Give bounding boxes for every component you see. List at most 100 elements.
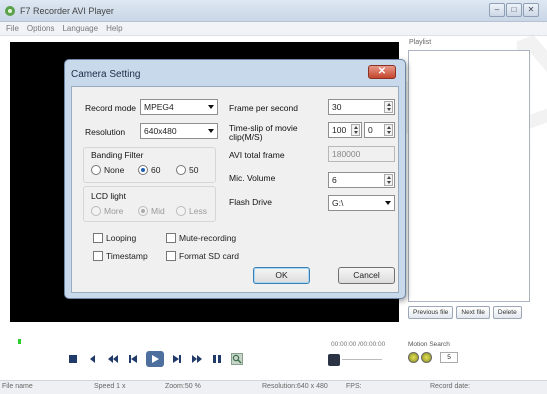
banding-60-label: 60: [151, 165, 161, 175]
looping-label: Looping: [106, 233, 137, 243]
record-mode-value: MPEG4: [144, 102, 174, 112]
mic-volume-value: 6: [332, 175, 337, 185]
ok-button[interactable]: OK: [253, 267, 310, 284]
previous-file-button[interactable]: Previous file: [408, 306, 454, 319]
mute-recording-label: Mute-recording: [179, 233, 237, 243]
fast-forward-icon: [192, 355, 202, 363]
skip-forward-icon: [173, 355, 181, 363]
status-fps: FPS:: [346, 383, 362, 390]
flash-drive-value: G:\: [332, 198, 344, 208]
progress-marker[interactable]: [18, 339, 21, 344]
banding-none-label: None: [104, 165, 125, 175]
mic-volume-label: Mic. Volume: [229, 173, 276, 183]
lcd-less-radio: Less: [176, 206, 207, 216]
avi-total-frame-field: 180000: [328, 146, 395, 162]
status-zoom: Zoom:50 %: [165, 383, 201, 390]
avi-total-frame-label: AVI total frame: [229, 150, 285, 160]
step-back-icon: [90, 355, 95, 363]
playback-controls: [66, 351, 244, 367]
playlist-label: Playlist: [409, 39, 432, 46]
timestamp-checkbox[interactable]: Timestamp: [93, 251, 148, 261]
flash-drive-select[interactable]: G:\: [328, 195, 395, 211]
spin-arrows-icon[interactable]: [384, 101, 393, 113]
resolution-select[interactable]: 640x480: [140, 123, 218, 139]
banding-50-radio[interactable]: 50: [176, 165, 198, 175]
radio-dot-selected: [138, 165, 148, 175]
camera-setting-dialog: Camera Setting ✕ Record mode MPEG4 Resol…: [64, 59, 406, 299]
radio-dot: [91, 165, 101, 175]
dialog-title: Camera Setting: [71, 69, 141, 80]
radio-dot: [176, 165, 186, 175]
fast-forward-button[interactable]: [190, 352, 204, 366]
radio-dot-selected: [138, 206, 148, 216]
window-title: F7 Recorder AVI Player: [20, 6, 114, 16]
magnifier-icon: [231, 353, 243, 365]
step-back-button[interactable]: [86, 352, 100, 366]
banding-60-radio[interactable]: 60: [138, 165, 160, 175]
chevron-down-icon: [208, 129, 214, 133]
stop-button[interactable]: [66, 352, 80, 366]
format-sd-checkbox[interactable]: Format SD card: [166, 251, 239, 261]
volume-slider[interactable]: [342, 359, 382, 360]
status-bar: File name Speed 1 x Zoom:50 % Resolution…: [0, 380, 547, 394]
play-button[interactable]: [146, 351, 164, 367]
flash-drive-label: Flash Drive: [229, 197, 272, 207]
cancel-button[interactable]: Cancel: [338, 267, 395, 284]
mic-volume-spinner[interactable]: 6: [328, 172, 395, 188]
status-speed: Speed 1 x: [94, 383, 126, 390]
playlist[interactable]: [408, 50, 530, 302]
timeslip-minutes-spinner[interactable]: 100: [328, 122, 362, 138]
pause-button[interactable]: [210, 352, 224, 366]
play-icon: [152, 355, 159, 363]
fps-value: 30: [332, 102, 342, 112]
spin-arrows-icon[interactable]: [384, 124, 393, 136]
banding-filter-label: Banding Filter: [91, 150, 144, 160]
lcd-mid-radio: Mid: [138, 206, 165, 216]
rewind-icon: [108, 355, 118, 363]
next-button[interactable]: [170, 352, 184, 366]
status-record-date: Record date:: [430, 383, 471, 390]
next-file-button[interactable]: Next file: [456, 306, 490, 319]
avi-total-frame-value: 180000: [332, 149, 361, 159]
format-sd-label: Format SD card: [179, 251, 239, 261]
resolution-value: 640x480: [144, 126, 177, 136]
mute-recording-checkbox[interactable]: Mute-recording: [166, 233, 236, 243]
menu-options[interactable]: Options: [27, 22, 55, 35]
banding-none-radio[interactable]: None: [91, 165, 124, 175]
motion-decrease-button[interactable]: [408, 352, 419, 363]
spin-arrows-icon[interactable]: [384, 174, 393, 186]
timestamp-label: Timestamp: [106, 251, 148, 261]
title-bar: F7 Recorder AVI Player – □ ✕: [0, 0, 547, 22]
pause-icon: [213, 355, 221, 363]
lcd-less-label: Less: [189, 206, 207, 216]
spin-arrows-icon[interactable]: [351, 124, 360, 136]
volume-icon[interactable]: [328, 354, 340, 366]
rewind-button[interactable]: [106, 352, 120, 366]
menu-language[interactable]: Language: [62, 22, 98, 35]
dialog-body: Record mode MPEG4 Resolution 640x480 Ban…: [71, 86, 399, 293]
previous-button[interactable]: [126, 352, 140, 366]
motion-value: 5: [440, 352, 458, 363]
lcd-more-radio: More: [91, 206, 123, 216]
time-display: 00:00:00 /00:00:00: [331, 341, 386, 348]
motion-increase-button[interactable]: [421, 352, 432, 363]
zoom-button[interactable]: [230, 352, 244, 366]
motion-search-label: Motion Search: [408, 341, 450, 348]
record-mode-select[interactable]: MPEG4: [140, 99, 218, 115]
checkbox-box: [93, 233, 103, 243]
delete-button[interactable]: Delete: [492, 306, 522, 319]
menu-help[interactable]: Help: [106, 22, 122, 35]
checkbox-box: [166, 251, 176, 261]
dialog-close-button[interactable]: ✕: [368, 65, 396, 79]
checkbox-box: [166, 233, 176, 243]
menu-file[interactable]: File: [6, 22, 19, 35]
looping-checkbox[interactable]: Looping: [93, 233, 136, 243]
timeslip-seconds-spinner[interactable]: 0: [364, 122, 395, 138]
timeslip-minutes-value: 100: [332, 125, 347, 135]
fps-spinner[interactable]: 30: [328, 99, 395, 115]
radio-dot: [91, 206, 101, 216]
status-file-name: File name: [2, 383, 33, 390]
banding-50-label: 50: [189, 165, 199, 175]
lcd-light-label: LCD light: [91, 191, 126, 201]
motion-search-control: 5: [408, 352, 458, 363]
